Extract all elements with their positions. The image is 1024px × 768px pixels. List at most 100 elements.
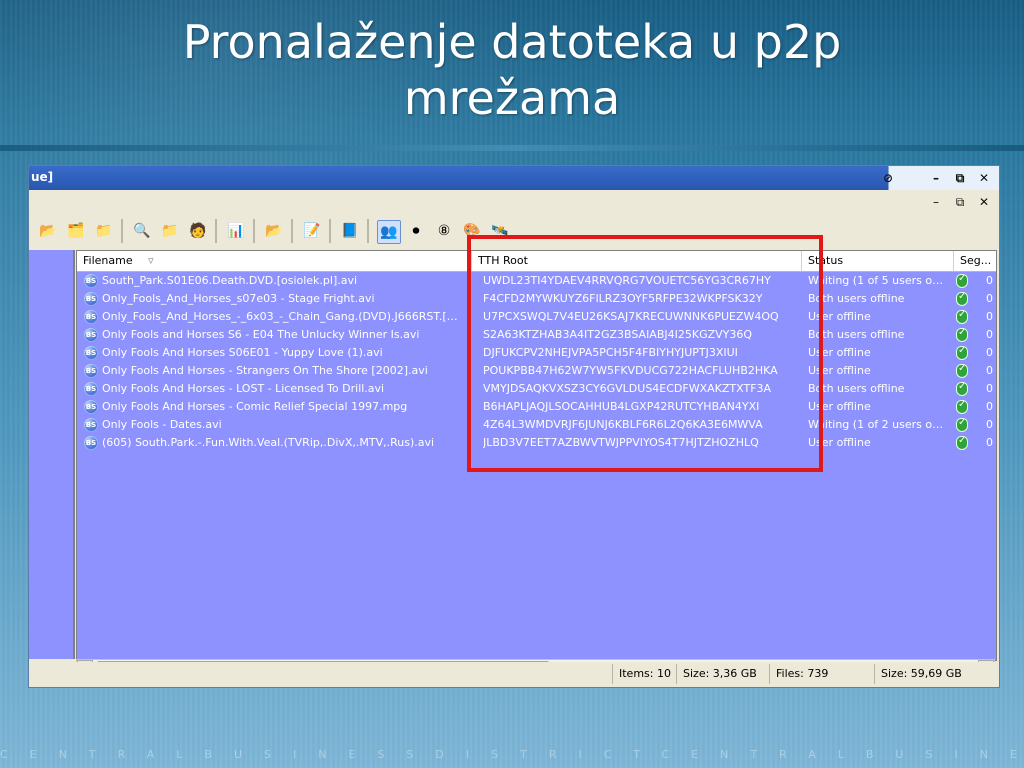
cell-filename: Only Fools And Horses - LOST - Licensed … <box>102 382 385 395</box>
column-filename[interactable]: Filename ▿ <box>77 251 472 271</box>
shield-icon <box>956 435 968 450</box>
minimize-icon[interactable]: – <box>927 169 945 187</box>
table-row[interactable]: BS Only Fools and Horses S6 - E04 The Un… <box>77 326 996 344</box>
cell-status: User offline <box>808 400 871 413</box>
restore-icon[interactable]: ⧉ <box>951 169 969 187</box>
cell-status: Waiting (1 of 5 users onl... <box>808 274 948 287</box>
cell-filename: Only_Fools_And_Horses_s07e03 - Stage Fri… <box>102 292 375 305</box>
table-row[interactable]: BS Only Fools - Dates.avi 4Z64L3WMDVRJF6… <box>77 416 996 434</box>
table-row[interactable]: BS South_Park.S01E06.Death.DVD.[osiolek.… <box>77 272 996 290</box>
chart-icon[interactable]: 📊 <box>225 220 247 242</box>
toolbar-separator <box>253 219 255 243</box>
p2p-client-window: ue] ⊘ – ⧉ ✕ – ⧉ ✕ 📂 🗂️ 📁 🔍 📁 🧑 📊 📂 📝 📘 👥… <box>28 165 1000 688</box>
column-segments-label: Seg... <box>960 254 992 267</box>
search-icon[interactable]: 🔍 <box>131 220 153 242</box>
folder-search-icon[interactable]: 📁 <box>159 220 181 242</box>
table-row[interactable]: BS Only_Fools_And_Horses_-_6x03_-_Chain_… <box>77 308 996 326</box>
cell-tth: UWDL23TI4YDAEV4RRVQRG7VOUETC56YG3CR67HY <box>483 274 771 287</box>
column-segments[interactable]: Seg... <box>954 251 996 271</box>
table-row[interactable]: BS Only Fools And Horses - LOST - Licens… <box>77 380 996 398</box>
cell-tth: 4Z64L3WMDVRJF6JUNJ6KBLF6R6L2Q6KA3E6MWVA <box>483 418 763 431</box>
table-row[interactable]: BS Only Fools And Horses S06E01 - Yuppy … <box>77 344 996 362</box>
cell-filename: Only Fools And Horses - Comic Relief Spe… <box>102 400 408 413</box>
shield-icon <box>956 345 968 360</box>
file-type-icon: BS <box>84 436 98 450</box>
cell-status: Both users offline <box>808 328 905 341</box>
cell-status: Both users offline <box>808 382 905 395</box>
cell-status: Waiting (1 of 2 users onl... <box>808 418 948 431</box>
cell-segments: 0 <box>986 382 993 395</box>
file-type-icon: BS <box>84 310 98 324</box>
cell-filename: (605) South.Park.-.Fun.With.Veal.(TVRip,… <box>102 436 435 449</box>
cell-segments: 0 <box>986 400 993 413</box>
cell-segments: 0 <box>986 328 993 341</box>
avatar-icon[interactable]: 🧑 <box>187 220 209 242</box>
cell-tth: F4CFD2MYWKUYZ6FILRZ3OYF5RFPE32WKPFSK32Y <box>483 292 763 305</box>
book-icon[interactable]: 📘 <box>339 220 361 242</box>
toolbar-separator <box>367 219 369 243</box>
cell-filename: Only Fools - Dates.avi <box>102 418 222 431</box>
speed-icon[interactable]: ⑧ <box>433 220 455 242</box>
cell-segments: 0 <box>986 310 993 323</box>
status-size: Size: 3,36 GB <box>676 664 769 684</box>
cell-tth: B6HAPLJAQJLSOCAHHUB4LGXP42RUTCYHBAN4YXI <box>483 400 760 413</box>
cell-segments: 0 <box>986 436 993 449</box>
table-row[interactable]: BS Only Fools And Horses - Strangers On … <box>77 362 996 380</box>
child-close-icon[interactable]: ✕ <box>975 193 993 211</box>
table-row[interactable]: BS (605) South.Park.-.Fun.With.Veal.(TVR… <box>77 434 996 452</box>
edit-icon[interactable]: 📝 <box>301 220 323 242</box>
toolbar-separator <box>215 219 217 243</box>
cell-segments: 0 <box>986 274 993 287</box>
file-type-icon: BS <box>84 382 98 396</box>
child-minimize-icon[interactable]: – <box>927 193 945 211</box>
stop-icon[interactable]: ⏺ <box>405 220 427 242</box>
folder-open-icon[interactable]: 📂 <box>263 220 285 242</box>
menu-controls: – ⧉ ✕ <box>29 190 999 214</box>
slide-title: Pronalaženje datoteka u p2p mrežama <box>0 14 1024 126</box>
close-icon[interactable]: ✕ <box>975 169 993 187</box>
file-type-icon: BS <box>84 418 98 432</box>
folder-star-icon[interactable]: 📁 <box>93 220 115 242</box>
cell-tth: POUKPBB47H62W7YW5FKVDUCG722HACFLUHB2HKA <box>483 364 778 377</box>
network-icon[interactable]: 🛰️ <box>489 220 511 242</box>
cell-tth: JLBD3V7EET7AZBWVTWJPPVIYOS4T7HJTZHOZHLQ <box>483 436 759 449</box>
shield-icon <box>956 309 968 324</box>
table-row[interactable]: BS Only Fools And Horses - Comic Relief … <box>77 398 996 416</box>
cell-filename: Only Fools And Horses S06E01 - Yuppy Lov… <box>102 346 383 359</box>
status-bar: Items: 10 Size: 3,36 GB Files: 739 Size:… <box>29 662 999 687</box>
left-pane <box>29 250 75 659</box>
column-tth-label: TTH Root <box>478 254 528 267</box>
child-restore-icon[interactable]: ⧉ <box>951 193 969 211</box>
shield-icon <box>956 381 968 396</box>
title-divider <box>0 145 1024 151</box>
slide-title-line-2: mrežama <box>403 71 621 125</box>
toolbar-separator <box>121 219 123 243</box>
shield-icon <box>956 273 968 288</box>
grid-header: Filename ▿ TTH Root Status Seg... <box>77 251 996 272</box>
folder-refresh-icon[interactable]: 🗂️ <box>65 220 87 242</box>
cell-segments: 0 <box>986 418 993 431</box>
status-items: Items: 10 <box>612 664 676 684</box>
cell-status: User offline <box>808 436 871 449</box>
folder-icon[interactable]: 📂 <box>37 220 59 242</box>
cell-status: User offline <box>808 364 871 377</box>
slide-title-line-1: Pronalaženje datoteka u p2p <box>182 15 842 69</box>
column-tth-root[interactable]: TTH Root <box>472 251 802 271</box>
shield-icon <box>956 399 968 414</box>
status-total-size: Size: 59,69 GB <box>874 664 994 684</box>
cell-status: User offline <box>808 310 871 323</box>
column-status[interactable]: Status <box>802 251 954 271</box>
window-title: ue] <box>31 170 54 184</box>
colorful-icon[interactable]: 🎨 <box>461 220 483 242</box>
column-status-label: Status <box>808 254 844 267</box>
cell-status: User offline <box>808 346 871 359</box>
toolbar: 📂 🗂️ 📁 🔍 📁 🧑 📊 📂 📝 📘 👥 ⏺ ⑧ 🎨 🛰️ <box>29 214 999 250</box>
cell-tth: U7PCXSWQL7V4EU26KSAJ7KRECUWNNK6PUEZW4OQ <box>483 310 779 323</box>
column-filename-label: Filename <box>83 254 133 267</box>
table-row[interactable]: BS Only_Fools_And_Horses_s07e03 - Stage … <box>77 290 996 308</box>
users-icon[interactable]: 👥 <box>377 220 401 244</box>
cell-status: Both users offline <box>808 292 905 305</box>
status-files: Files: 739 <box>769 664 874 684</box>
window-titlebar: ue] ⊘ – ⧉ ✕ <box>29 166 999 190</box>
cell-tth: VMYJDSAQKVXSZ3CY6GVLDUS4ECDFWXAKZTXTF3A <box>483 382 772 395</box>
